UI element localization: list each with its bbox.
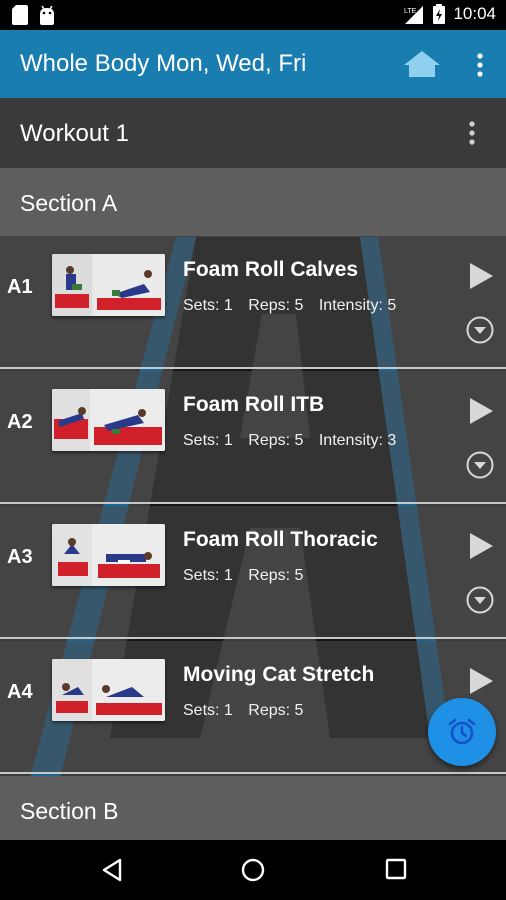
section-label: Section B — [20, 798, 119, 824]
exercise-thumbnail[interactable] — [52, 254, 165, 316]
play-button[interactable] — [468, 667, 494, 695]
home-button[interactable] — [403, 50, 441, 83]
exercise-name: Foam Roll Calves — [183, 258, 359, 281]
expand-button[interactable] — [466, 316, 494, 344]
overflow-menu-button[interactable] — [470, 52, 490, 78]
exercise-row[interactable]: A2 Foam Roll ITB Sets: 1 Reps: 5 Intensi… — [0, 371, 506, 504]
exercise-reps: Reps: 5 — [248, 432, 304, 449]
exercise-reps: Reps: 5 — [248, 567, 304, 584]
exercise-row[interactable]: A3 Foam Roll Thoracic Sets: 1 Reps: 5 — [0, 506, 506, 639]
more-vert-icon — [469, 121, 475, 145]
more-vert-icon — [477, 53, 483, 77]
play-button[interactable] — [468, 532, 494, 560]
section-header-a[interactable]: Section A — [0, 168, 506, 236]
play-icon — [470, 533, 493, 559]
exercise-code: A4 — [7, 681, 33, 703]
exercise-row[interactable]: A1 Foam Roll Calves Sets: 1 Reps: 5 Inte… — [0, 236, 506, 369]
sd-card-icon — [12, 5, 28, 25]
timer-fab-button[interactable] — [428, 698, 496, 766]
play-button[interactable] — [468, 262, 494, 290]
alarm-icon — [448, 718, 476, 745]
exercise-thumbnail[interactable] — [52, 659, 165, 721]
exercise-stats: Sets: 1 Reps: 5 Intensity: 5 — [183, 297, 407, 315]
home-circle-icon — [241, 858, 265, 882]
expand-circle-icon — [466, 586, 494, 614]
recents-button[interactable] — [385, 858, 407, 885]
app-title: Whole Body Mon, Wed, Fri — [20, 50, 307, 77]
exercise-reps: Reps: 5 — [248, 297, 304, 314]
expand-button[interactable] — [466, 451, 494, 479]
expand-circle-icon — [466, 451, 494, 479]
exercise-name: Foam Roll ITB — [183, 393, 325, 416]
exercise-stats: Sets: 1 Reps: 5 — [183, 567, 314, 585]
android-icon — [38, 5, 56, 25]
exercise-code: A1 — [7, 276, 33, 298]
exercise-name: Moving Cat Stretch — [183, 663, 375, 686]
workout-title: Workout 1 — [20, 120, 129, 147]
exercise-intensity: Intensity: 5 — [318, 297, 397, 314]
section-label: Section A — [20, 190, 118, 216]
exercise-intensity: Intensity: 3 — [318, 432, 397, 449]
exercise-sets: Sets: 1 — [183, 297, 233, 314]
exercise-code: A2 — [7, 411, 33, 433]
exercise-stats: Sets: 1 Reps: 5 Intensity: 3 — [183, 432, 407, 450]
exercise-sets: Sets: 1 — [183, 567, 233, 584]
workout-header: Workout 1 — [0, 98, 506, 168]
exercise-sets: Sets: 1 — [183, 432, 233, 449]
lte-signal-icon: LTE — [403, 4, 425, 24]
exercise-row[interactable]: A4 Moving Cat Stretch Sets: 1 Reps: 5 — [0, 641, 506, 774]
recents-square-icon — [385, 858, 407, 880]
back-triangle-icon — [102, 858, 122, 882]
workout-menu-button[interactable] — [462, 120, 482, 146]
play-icon — [470, 263, 493, 289]
exercise-thumbnail[interactable] — [52, 389, 165, 451]
expand-circle-icon — [466, 316, 494, 344]
exercise-name: Foam Roll Thoracic — [183, 528, 378, 551]
exercise-code: A3 — [7, 546, 33, 568]
exercise-sets: Sets: 1 — [183, 702, 233, 719]
back-button[interactable] — [100, 858, 124, 887]
home-nav-button[interactable] — [241, 858, 265, 887]
clock-time: 10:04 — [453, 4, 496, 23]
exercise-reps: Reps: 5 — [248, 702, 304, 719]
app-bar: Whole Body Mon, Wed, Fri — [0, 30, 506, 98]
play-button[interactable] — [468, 397, 494, 425]
status-bar: LTE 10:04 — [0, 0, 506, 30]
play-icon — [470, 398, 493, 424]
exercise-stats: Sets: 1 Reps: 5 — [183, 702, 314, 720]
network-label: LTE — [404, 8, 417, 15]
battery-icon — [433, 4, 446, 24]
play-icon — [470, 668, 493, 694]
exercise-thumbnail[interactable] — [52, 524, 165, 586]
system-nav-bar — [0, 840, 506, 900]
home-icon — [404, 51, 440, 77]
section-header-b[interactable]: Section B — [0, 776, 506, 840]
expand-button[interactable] — [466, 586, 494, 614]
